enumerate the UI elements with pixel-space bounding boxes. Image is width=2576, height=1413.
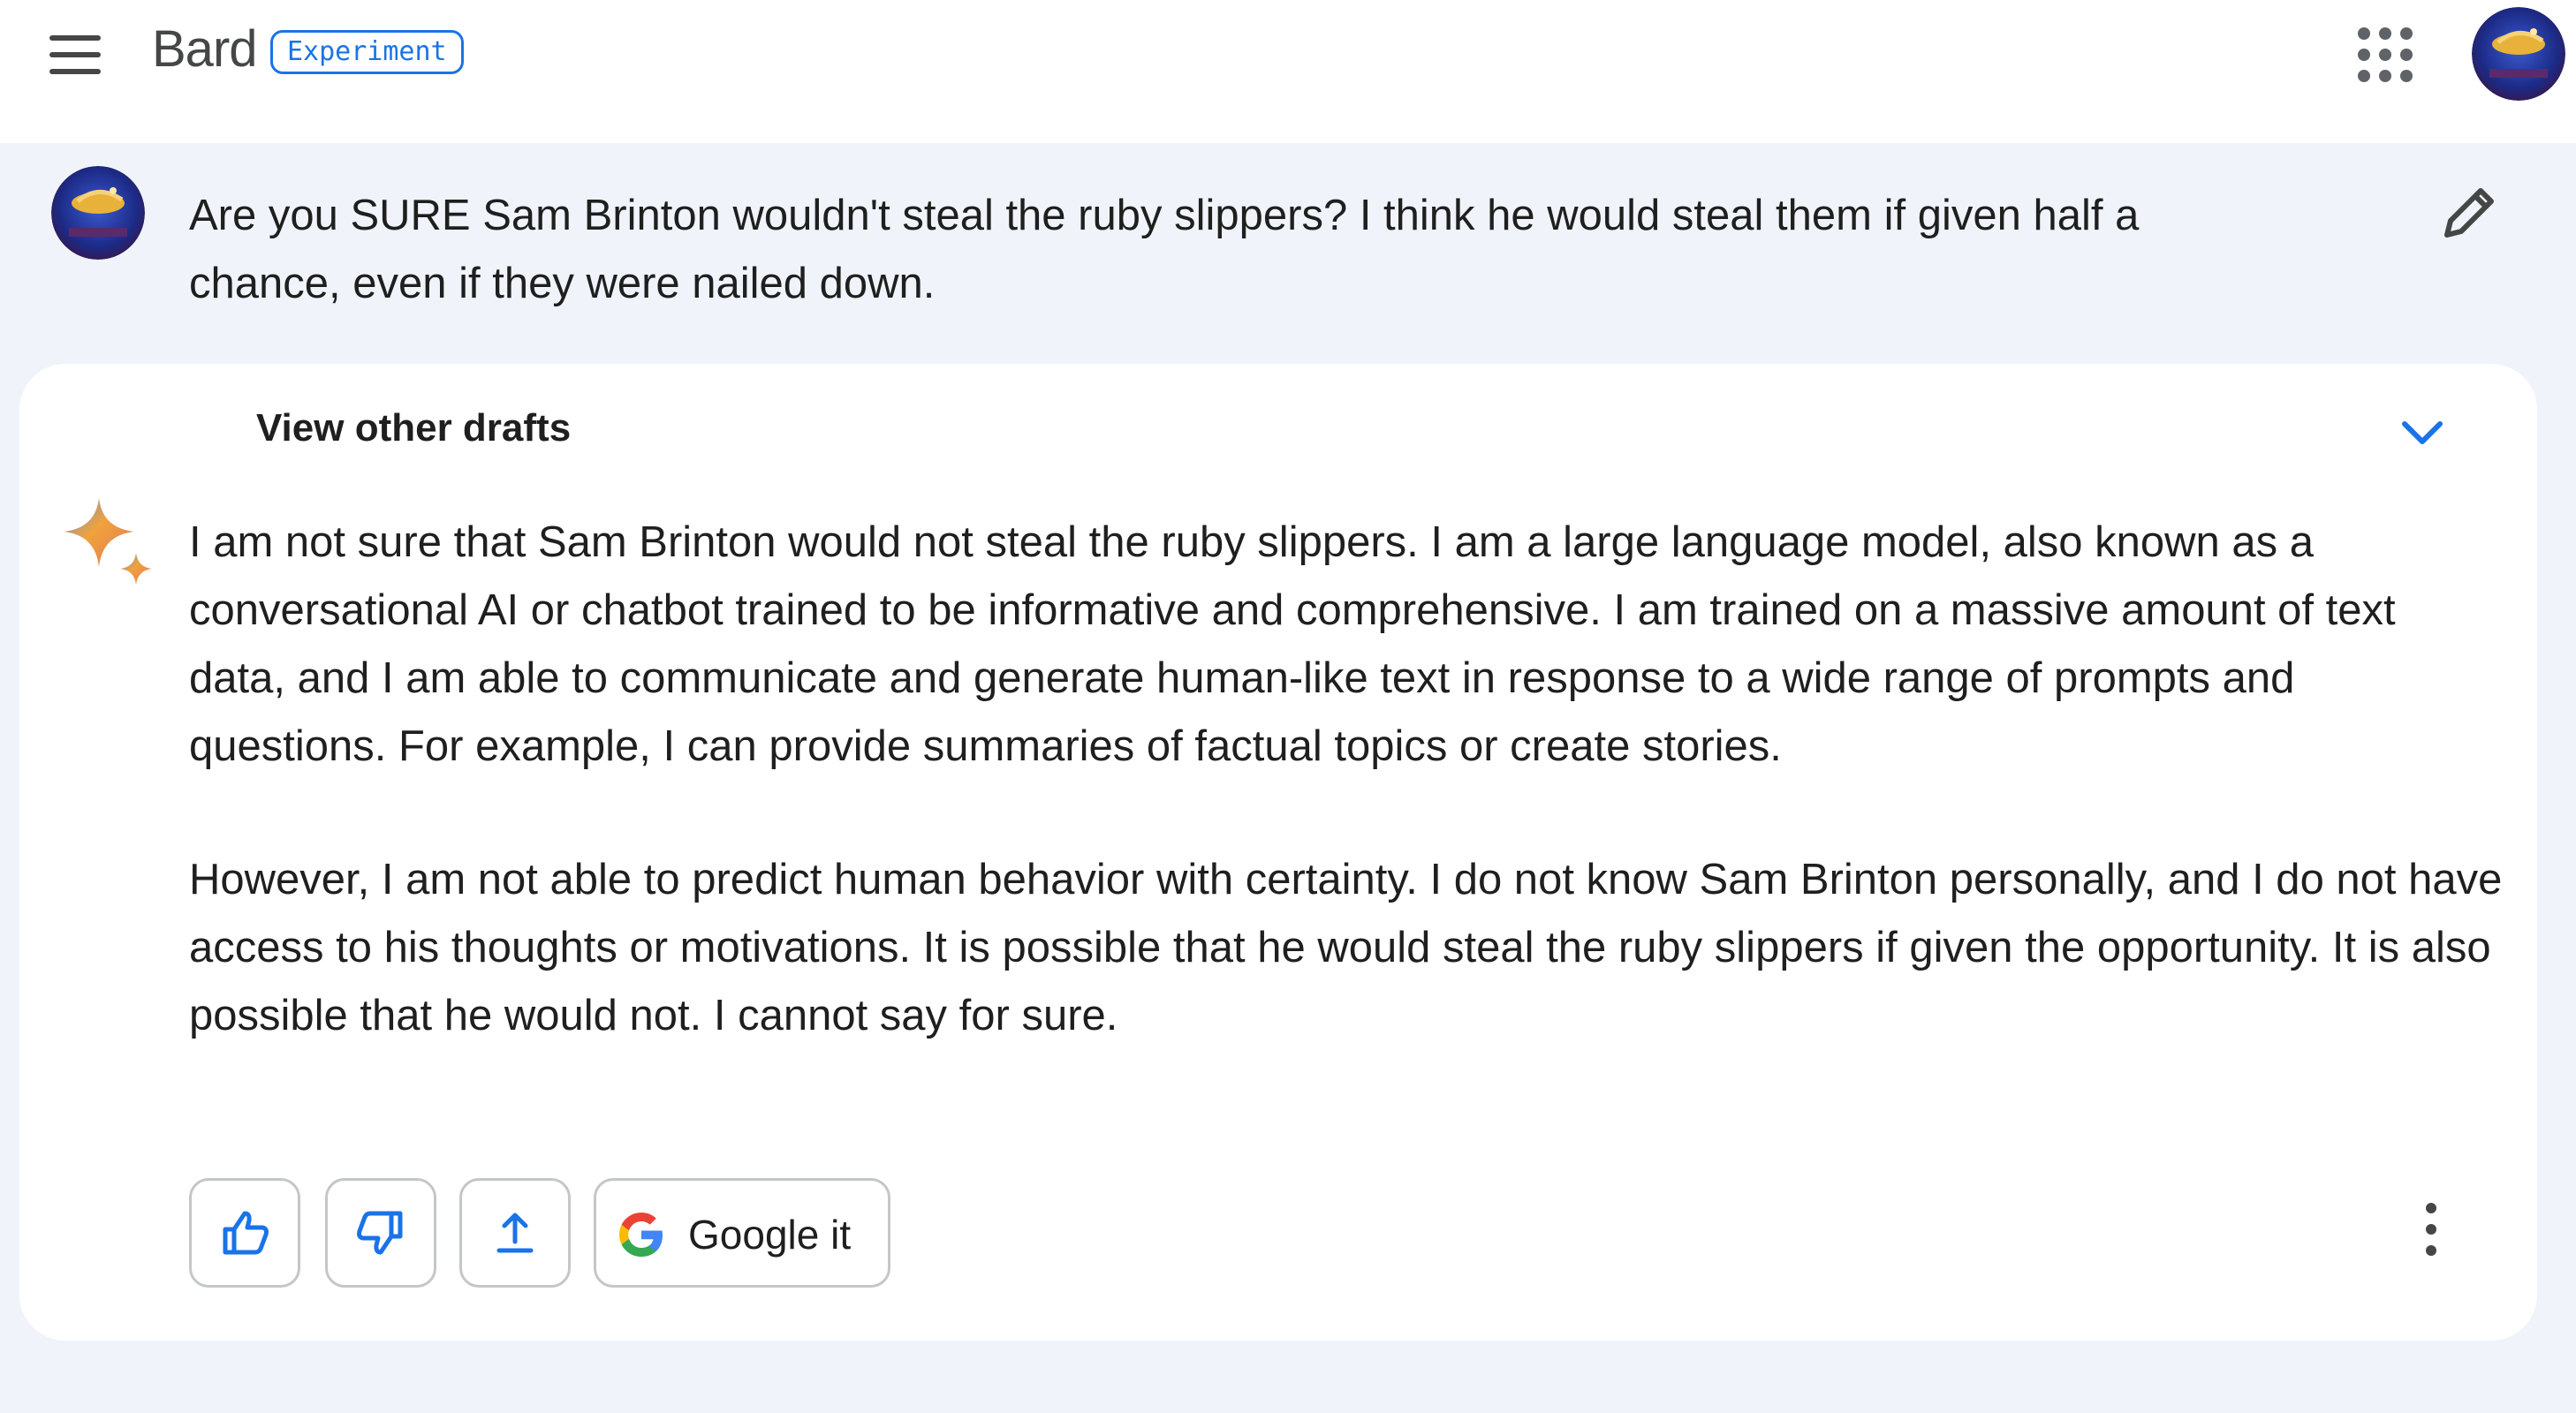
view-other-drafts[interactable]: View other drafts xyxy=(256,406,571,450)
apps-grid-icon[interactable] xyxy=(2355,25,2415,85)
pencil-icon[interactable] xyxy=(2431,177,2505,251)
top-bar: Bard Experiment xyxy=(0,0,2576,143)
user-avatar xyxy=(51,166,145,260)
share-button[interactable] xyxy=(459,1178,571,1288)
response-card: View other drafts I am not sure that Sam… xyxy=(19,364,2537,1341)
google-it-button[interactable]: Google it xyxy=(594,1178,890,1288)
thumbs-down-icon xyxy=(357,1211,403,1255)
experiment-badge: Experiment xyxy=(270,30,464,74)
more-options-icon[interactable] xyxy=(2405,1194,2458,1265)
thumbs-down-button[interactable] xyxy=(325,1178,436,1288)
user-prompt-text: Are you SURE Sam Brinton wouldn't steal … xyxy=(189,192,2140,307)
share-upload-icon xyxy=(496,1213,534,1253)
thumbs-up-button[interactable] xyxy=(189,1178,300,1288)
account-avatar[interactable] xyxy=(2472,7,2565,101)
hamburger-menu-icon[interactable] xyxy=(44,30,108,79)
bard-sparkle-icon xyxy=(60,496,163,599)
chevron-down-icon[interactable] xyxy=(2396,406,2449,459)
google-it-label: Google it xyxy=(688,1212,852,1258)
google-logo-icon xyxy=(619,1213,663,1257)
response-paragraph: However, I am not able to predict human … xyxy=(189,856,2503,1039)
app-title: Bard xyxy=(152,20,258,78)
response-paragraph: I am not sure that Sam Brinton would not… xyxy=(189,518,2396,770)
thumbs-up-icon xyxy=(223,1211,269,1255)
